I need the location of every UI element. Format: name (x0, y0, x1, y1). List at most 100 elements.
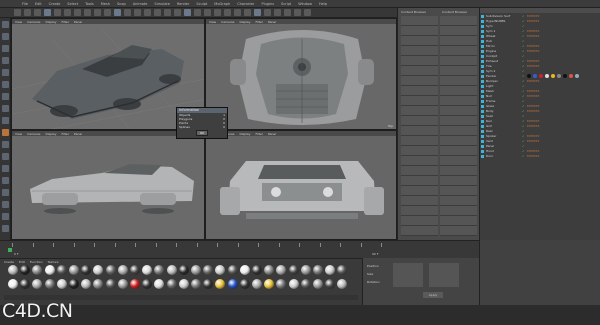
tool-icon[interactable] (2, 225, 9, 232)
content-slot[interactable] (440, 196, 477, 206)
content-slot[interactable] (440, 26, 477, 36)
tag-icon[interactable]: ✕✕✕✕✕✕ (527, 59, 540, 63)
content-slot[interactable] (440, 136, 477, 146)
check-icon[interactable]: ✓ (522, 149, 525, 153)
material-swatch[interactable] (32, 265, 43, 275)
material-swatch[interactable] (20, 279, 31, 289)
material-tag-icon[interactable] (574, 74, 579, 78)
toolbar-button[interactable] (164, 9, 171, 16)
tool-icon[interactable] (2, 57, 9, 64)
object-row[interactable]: HyperNURBS ✓ ✕✕✕✕✕✕ (481, 19, 599, 23)
object-row[interactable]: Exhaust ✓ ✕✕✕✕✕✕ (481, 59, 599, 63)
menu-item[interactable]: Create (49, 2, 61, 6)
tool-icon[interactable] (2, 21, 9, 28)
content-slot[interactable] (401, 66, 438, 76)
object-row[interactable]: Grill ✓ ✕✕✕✕✕✕ (481, 124, 599, 128)
object-row[interactable]: Panel ✓ (481, 144, 599, 148)
toolbar-button[interactable] (194, 9, 201, 16)
tag-icon[interactable]: ✕✕✕✕✕✕ (527, 139, 540, 143)
material-swatch[interactable] (325, 279, 336, 289)
toolbar-button[interactable] (114, 9, 121, 16)
content-slot[interactable] (401, 156, 438, 166)
content-slot[interactable] (401, 106, 438, 116)
material-swatch[interactable] (105, 265, 116, 275)
content-slot[interactable] (440, 86, 477, 96)
content-slot[interactable] (401, 186, 438, 196)
object-row[interactable]: Glass ✓ ✕✕✕✕✕✕ (481, 104, 599, 108)
coord-fields[interactable] (429, 263, 459, 287)
toolbar-button[interactable] (74, 9, 81, 16)
content-slot[interactable] (401, 96, 438, 106)
toolbar-button[interactable] (144, 9, 151, 16)
playhead-marker[interactable] (8, 248, 12, 252)
menu-item[interactable]: Mesh (101, 2, 110, 6)
check-icon[interactable]: ✓ (522, 99, 525, 103)
material-swatch[interactable] (276, 279, 287, 289)
material-swatch[interactable] (81, 279, 92, 289)
tool-icon[interactable] (2, 189, 9, 196)
tag-icon[interactable]: ✕✕✕✕✕✕ (527, 149, 540, 153)
dialog-ok-button[interactable]: OK (196, 130, 208, 136)
object-row[interactable]: Sym ✓ (481, 24, 599, 28)
content-slot[interactable] (401, 116, 438, 126)
menu-item[interactable]: Tools (85, 2, 94, 6)
menu-item[interactable]: Plugins (261, 2, 274, 6)
check-icon[interactable]: ✓ (522, 84, 525, 88)
material-swatch[interactable] (252, 265, 262, 275)
object-row[interactable]: Mirror ✓ ✕✕✕✕✕✕ (481, 44, 599, 48)
content-slot[interactable] (440, 16, 477, 26)
check-icon[interactable]: ✓ (522, 89, 525, 93)
menu-item[interactable]: Select (67, 2, 78, 6)
material-swatch[interactable] (69, 265, 79, 275)
material-swatch[interactable] (191, 279, 201, 289)
check-icon[interactable]: ✓ (522, 109, 525, 113)
viewport-top[interactable]: View Cameras Display Filter Panel Top (205, 18, 397, 130)
content-slot[interactable] (401, 146, 438, 156)
object-row[interactable]: Mesh ✓ ✕✕✕✕✕✕ (481, 89, 599, 93)
object-row[interactable]: Tire ✓ ✕✕✕✕✕✕ (481, 64, 599, 68)
check-icon[interactable]: ✓ (522, 34, 525, 38)
object-row[interactable]: Body ✓ ✕✕✕✕✕✕ (481, 109, 599, 113)
check-icon[interactable]: ✓ (522, 74, 525, 78)
material-swatch[interactable] (239, 279, 250, 289)
check-icon[interactable]: ✓ (522, 19, 525, 23)
material-swatch[interactable] (227, 279, 238, 289)
material-swatch[interactable] (227, 265, 238, 275)
material-swatch[interactable] (288, 265, 299, 275)
object-row[interactable]: Sym 1 ✓ ✕✕✕✕✕✕ (481, 29, 599, 33)
toolbar-button[interactable] (34, 9, 41, 16)
toolbar-button[interactable] (134, 9, 141, 16)
toolbar-button[interactable] (14, 9, 21, 16)
tag-icon[interactable]: ✕✕✕✕✕✕ (527, 154, 540, 158)
material-swatch[interactable] (56, 265, 67, 275)
material-swatch[interactable] (276, 265, 287, 275)
material-swatch[interactable] (337, 265, 348, 275)
material-swatch[interactable] (32, 279, 43, 289)
viewport-right[interactable]: View Cameras Display Filter Panel (11, 130, 205, 240)
content-slot[interactable] (440, 216, 477, 226)
tool-icon[interactable] (2, 201, 9, 208)
check-icon[interactable]: ✓ (522, 24, 525, 28)
information-dialog[interactable]: Information Objects 1 Polygons 0 Points 0 S… (176, 107, 228, 139)
material-swatch[interactable] (325, 265, 336, 275)
check-icon[interactable]: ✓ (522, 134, 525, 138)
object-row[interactable]: Door ✓ ✕✕✕✕✕✕ (481, 154, 599, 158)
material-swatch[interactable] (288, 279, 299, 289)
content-slot[interactable] (401, 46, 438, 56)
material-menu-item[interactable]: Texture (48, 260, 59, 264)
tool-icon[interactable] (2, 45, 9, 52)
check-icon[interactable]: ✓ (522, 129, 525, 133)
material-tag-icon[interactable] (532, 74, 537, 78)
object-row[interactable]: Sym 2 ✓ (481, 69, 599, 73)
material-swatch[interactable] (130, 265, 140, 275)
menu-item[interactable]: Snap (117, 2, 126, 6)
material-swatch[interactable] (313, 265, 323, 275)
content-slot[interactable] (401, 136, 438, 146)
menu-item[interactable]: Window (298, 2, 312, 6)
tag-icon[interactable]: ✕✕✕✕✕✕ (527, 124, 540, 128)
toolbar-button[interactable] (274, 9, 281, 16)
material-swatch[interactable] (44, 265, 55, 275)
check-icon[interactable]: ✓ (522, 139, 525, 143)
material-swatch[interactable] (337, 279, 348, 289)
content-slot[interactable] (440, 126, 477, 136)
